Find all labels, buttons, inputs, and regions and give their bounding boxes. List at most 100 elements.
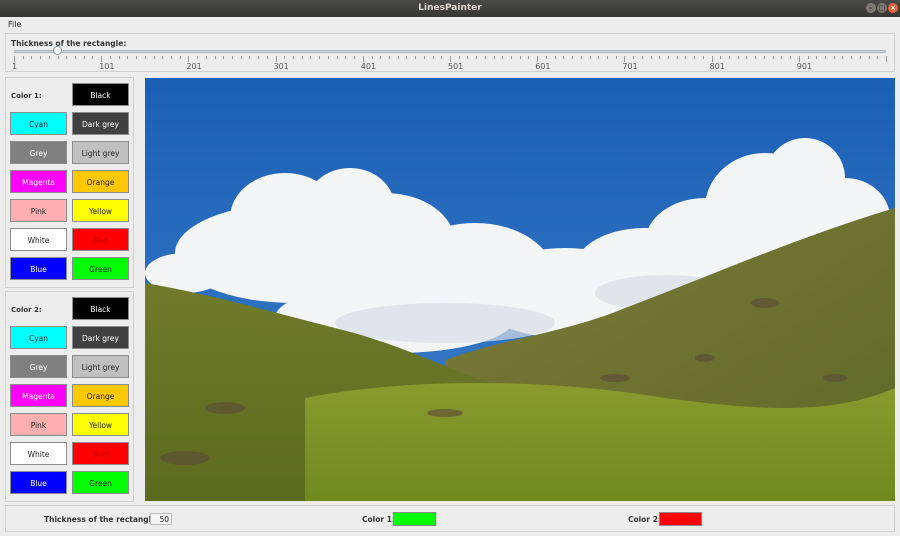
slider-tick bbox=[310, 56, 312, 59]
slider-tick bbox=[66, 56, 68, 59]
slider-tick bbox=[232, 56, 233, 59]
color-panel_1-grey-button[interactable]: Grey bbox=[10, 141, 67, 164]
color-panel_1-red-button[interactable]: Red bbox=[72, 228, 129, 251]
slider-tick bbox=[598, 56, 600, 59]
slider-tick bbox=[92, 56, 94, 59]
color-panel_1-blue-button[interactable]: Blue bbox=[10, 257, 67, 280]
slider-tick bbox=[659, 56, 661, 59]
painting-canvas[interactable] bbox=[145, 78, 895, 501]
color-panel_2-light-grey-button[interactable]: Light grey bbox=[72, 355, 129, 378]
color-panel_1-dark-grey-button[interactable]: Dark grey bbox=[72, 112, 129, 135]
slider-tick bbox=[842, 56, 844, 59]
slider-tick bbox=[258, 56, 260, 59]
slider-tick bbox=[859, 56, 861, 59]
color-panel_1-magenta-button[interactable]: Magenta bbox=[10, 170, 67, 193]
slider-tick bbox=[737, 56, 739, 59]
color-2-swatch bbox=[659, 512, 702, 526]
color-panel_2-dark-grey-button[interactable]: Dark grey bbox=[72, 326, 129, 349]
slider-tick bbox=[746, 56, 748, 59]
color-panel_1-orange-button[interactable]: Orange bbox=[72, 170, 129, 193]
slider-tick bbox=[572, 56, 574, 59]
slider-tick bbox=[824, 56, 826, 59]
minimize-icon[interactable]: – bbox=[866, 3, 876, 13]
color-panel_1-cyan-button[interactable]: Cyan bbox=[10, 112, 67, 135]
close-icon[interactable]: × bbox=[888, 3, 898, 13]
slider-tick bbox=[676, 56, 678, 59]
slider-tick bbox=[633, 56, 635, 59]
slider-tick bbox=[763, 56, 765, 59]
menu-file[interactable]: File bbox=[8, 20, 21, 29]
slider-tick bbox=[336, 56, 338, 59]
color-panel_2-green-button[interactable]: Green bbox=[72, 471, 129, 494]
slider-tick bbox=[519, 56, 521, 59]
color-panel_2-black-button[interactable]: Black bbox=[72, 297, 129, 320]
slider-tick bbox=[83, 56, 85, 59]
slider-tick bbox=[153, 56, 155, 59]
slider-tick bbox=[729, 56, 731, 59]
color-panel_2-pink-button[interactable]: Pink bbox=[10, 413, 67, 436]
color-panel_2-grey-button[interactable]: Grey bbox=[10, 355, 67, 378]
slider-tick bbox=[345, 56, 347, 59]
color-panel_1-pink-button[interactable]: Pink bbox=[10, 199, 67, 222]
color-1-label: Color 1: bbox=[11, 92, 42, 100]
slider-tick bbox=[589, 56, 591, 59]
slider-tick bbox=[563, 56, 565, 59]
color-2-panel: Color 2: Black Cyan Dark grey Grey Light gre… bbox=[5, 291, 134, 502]
slider-tick-label: 201 bbox=[186, 62, 202, 71]
slider-thumb[interactable] bbox=[52, 46, 62, 55]
slider-tick bbox=[868, 56, 870, 59]
window-title: LinesPainter bbox=[418, 3, 482, 13]
slider-tick bbox=[118, 56, 120, 59]
thickness-field[interactable]: 50 bbox=[150, 513, 172, 525]
color-panel_1-light-grey-button[interactable]: Light grey bbox=[72, 141, 129, 164]
color-1-swatch bbox=[393, 512, 436, 526]
slider-tick bbox=[432, 56, 434, 59]
slider-tick bbox=[816, 56, 818, 59]
slider-tick bbox=[720, 56, 722, 59]
color-panel_2-white-button[interactable]: White bbox=[10, 442, 67, 465]
slider-tick-label: 801 bbox=[709, 62, 725, 71]
slider-tick bbox=[702, 56, 704, 59]
slider-track[interactable] bbox=[14, 50, 886, 53]
slider-tick bbox=[214, 56, 216, 59]
slider-tick bbox=[528, 56, 530, 59]
status-bar: Thickness of the rectangle: 50 Color 1: … bbox=[5, 505, 895, 532]
slider-tick bbox=[877, 56, 879, 59]
color-panel_2-orange-button[interactable]: Orange bbox=[72, 384, 129, 407]
title-bar: LinesPainter – □ × bbox=[0, 0, 900, 17]
slider-tick bbox=[694, 56, 696, 59]
color-panel_2-red-button[interactable]: Red bbox=[72, 442, 129, 465]
slider-tick bbox=[511, 56, 513, 59]
slider-tick bbox=[75, 56, 77, 59]
color-panel_2-blue-button[interactable]: Blue bbox=[10, 471, 67, 494]
color-panel_1-black-button[interactable]: Black bbox=[72, 83, 129, 106]
slider-tick bbox=[327, 56, 329, 59]
slider-tick bbox=[668, 56, 669, 59]
slider-tick bbox=[615, 56, 617, 59]
slider-tick-label: 501 bbox=[448, 62, 464, 71]
color-panel_2-cyan-button[interactable]: Cyan bbox=[10, 326, 67, 349]
slider-tick bbox=[886, 56, 887, 62]
slider-tick bbox=[284, 56, 286, 59]
color-panel_2-magenta-button[interactable]: Magenta bbox=[10, 384, 67, 407]
slider-tick bbox=[441, 56, 443, 59]
status-thickness-label: Thickness of the rectangle: bbox=[44, 515, 160, 524]
color-panel_1-white-button[interactable]: White bbox=[10, 228, 67, 251]
color-panel_1-yellow-button[interactable]: Yellow bbox=[72, 199, 129, 222]
slider-tick bbox=[641, 56, 643, 59]
slider-tick-label: 101 bbox=[99, 62, 115, 71]
slider-tick bbox=[807, 56, 809, 59]
slider-tick bbox=[493, 56, 495, 59]
color-2-label: Color 2: bbox=[11, 306, 42, 314]
maximize-icon[interactable]: □ bbox=[877, 3, 887, 13]
color-1-panel: Color 1: Black Cyan Dark grey Grey Light gre… bbox=[5, 77, 134, 288]
slider-tick bbox=[650, 56, 652, 59]
menu-bar: File bbox=[0, 17, 900, 33]
slider-tick-label: 401 bbox=[360, 62, 377, 71]
color-panel_2-yellow-button[interactable]: Yellow bbox=[72, 413, 129, 436]
slider-tick bbox=[223, 56, 225, 59]
slider-tick bbox=[293, 56, 295, 59]
slider-tick bbox=[397, 56, 399, 59]
color-panel_1-green-button[interactable]: Green bbox=[72, 257, 129, 280]
slider-tick bbox=[240, 56, 242, 59]
